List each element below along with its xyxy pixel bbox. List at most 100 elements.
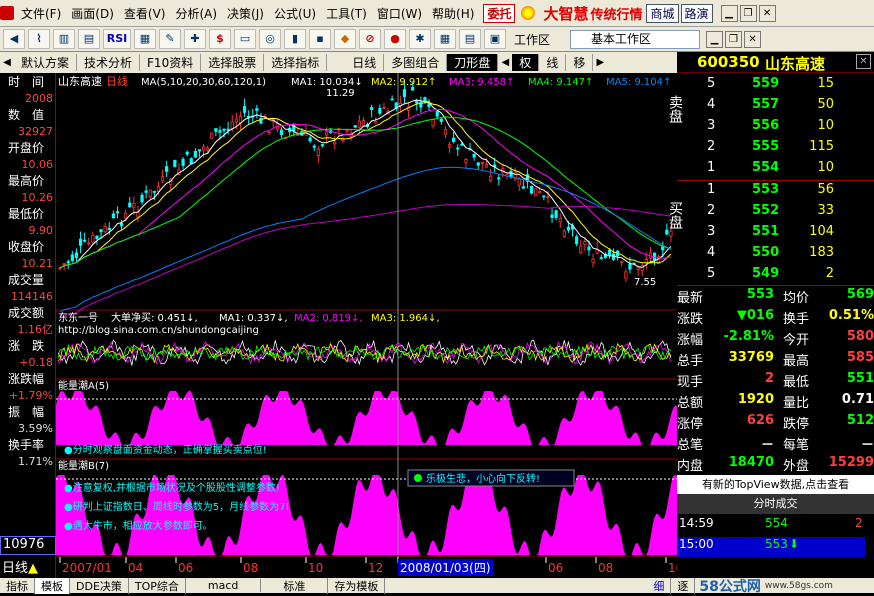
candle-body <box>70 254 74 262</box>
ind3-note-3: ●遇大牛市，相应放大参数即可。 <box>64 519 213 532</box>
menu-file[interactable]: 文件(F) <box>16 5 66 22</box>
candle-body <box>562 230 566 237</box>
tb-restore-button[interactable]: ❐ <box>725 30 743 48</box>
menu-view[interactable]: 查看(V) <box>119 5 171 22</box>
mall-button[interactable]: 商城 <box>646 3 679 23</box>
candle-body <box>189 158 193 165</box>
tab-f10[interactable]: F10资料 <box>140 54 202 71</box>
tab-knife-plate[interactable]: 刀形盘 <box>447 54 499 71</box>
tab-line[interactable]: 线 <box>539 54 567 71</box>
entrust-button[interactable]: 委托 <box>483 3 516 23</box>
kline-icon[interactable]: ▥ <box>53 29 75 49</box>
candle-body <box>661 246 665 251</box>
status-save-template[interactable]: 存为模板 <box>328 577 386 594</box>
mark-icon[interactable]: ▪ <box>309 29 331 49</box>
settings-icon[interactable]: ✱ <box>409 29 431 49</box>
tab-move[interactable]: 移 <box>566 54 594 71</box>
candle-body <box>509 170 513 178</box>
book-row: 4 550 183 <box>677 245 874 266</box>
candle-body <box>308 137 312 142</box>
candle-body <box>591 258 595 264</box>
status-indicator[interactable]: 指标 <box>0 577 35 594</box>
menu-window[interactable]: 窗口(W) <box>372 5 427 22</box>
ind3-note-1: ●注意复权,并根据市场状况及个股股性调整参数! <box>64 481 280 494</box>
status-macd[interactable]: macd <box>186 579 262 592</box>
tab-technical[interactable]: 技术分析 <box>77 54 141 71</box>
candle-body <box>624 271 628 279</box>
stat-value: － <box>760 438 774 453</box>
dollar-icon[interactable]: $ <box>209 29 231 49</box>
minute-chart-icon[interactable]: ⌇ <box>28 29 50 49</box>
stat-value: 1920 <box>737 392 774 407</box>
menu-view-screen[interactable]: 画面(D) <box>66 5 119 22</box>
tab-select-stock[interactable]: 选择股票 <box>201 54 265 71</box>
stat-row: 总额 1920 量比 0.71 <box>677 392 874 413</box>
ma-params: MA(5,10,20,30,60,120,1) <box>141 77 266 88</box>
ticks-title: 分时成交 <box>677 494 874 514</box>
stat-label: 现手 <box>677 375 704 390</box>
menu-formula[interactable]: 公式(U) <box>269 5 321 22</box>
candle-body <box>402 89 407 97</box>
tab-daily[interactable]: 日线 <box>345 54 385 71</box>
roadshow-button[interactable]: 路演 <box>680 3 713 23</box>
bars-icon[interactable]: ▤ <box>78 29 100 49</box>
candle-body <box>423 97 427 102</box>
tools-icon[interactable]: ✚ <box>184 29 206 49</box>
diamond-icon[interactable]: ◆ <box>334 29 356 49</box>
menu-help[interactable]: 帮助(H) <box>427 5 479 22</box>
no-icon[interactable]: ⊘ <box>359 29 381 49</box>
table-icon[interactable]: ▤ <box>459 29 481 49</box>
tab-scroll-left-icon[interactable]: ◀ <box>0 57 14 68</box>
stats-icon[interactable]: ▮ <box>284 29 306 49</box>
tab-default-scheme[interactable]: 默认方案 <box>14 54 78 71</box>
period-label[interactable]: 日线▲ <box>0 557 56 577</box>
money-icon[interactable]: ▭ <box>234 29 256 49</box>
info-value: 3.59% <box>18 422 53 435</box>
ruler-icon[interactable]: ✎ <box>159 29 181 49</box>
rsi-button[interactable]: RSI <box>103 29 131 49</box>
book-volume: 183 <box>809 245 834 260</box>
menu-tools[interactable]: 工具(T) <box>321 5 372 22</box>
tb-minimize-button[interactable]: ▁ <box>706 30 724 48</box>
workspace-select[interactable]: 基本工作区 <box>570 29 701 49</box>
status-top[interactable]: TOP综合 <box>129 577 186 594</box>
grid-icon[interactable]: ▦ <box>134 29 156 49</box>
info-value: 9.90 <box>28 224 54 237</box>
candle-body <box>242 106 247 113</box>
tb-close-button[interactable]: ✕ <box>744 30 762 48</box>
axis-label: 06 <box>178 561 193 575</box>
menu-decision[interactable]: 决策(J) <box>222 5 269 22</box>
restore-button[interactable]: ❐ <box>739 4 757 22</box>
back-icon[interactable]: ◀ <box>3 29 25 49</box>
book-row: 2 555 115 <box>677 139 874 160</box>
tab-select-indicator[interactable]: 选择指标 <box>264 54 328 71</box>
binocular-icon[interactable]: ◎ <box>259 29 281 49</box>
status-tick[interactable]: 逐 <box>671 577 696 594</box>
info-value: +1.79% <box>8 389 53 402</box>
tab-multi-chart[interactable]: 多图组合 <box>384 54 448 71</box>
close-button[interactable]: ✕ <box>758 4 776 22</box>
tick-price: 553 <box>765 537 788 551</box>
info-label: 涨 跌 <box>8 339 45 353</box>
status-standard[interactable]: 标准 <box>261 577 329 594</box>
layout-icon[interactable]: ▦ <box>434 29 456 49</box>
window-icon[interactable]: ▣ <box>484 29 506 49</box>
minimize-button[interactable]: ▁ <box>720 4 738 22</box>
book-row: 3 556 10 <box>677 118 874 139</box>
stock-panel-close-icon[interactable]: ✕ <box>856 54 871 69</box>
ind1-sub: 大单净买: 0.451↓, <box>111 311 198 324</box>
status-template[interactable]: 模板 <box>35 577 70 594</box>
tab-prev-icon[interactable]: ◀ <box>498 57 512 68</box>
status-dde[interactable]: DDE决策 <box>70 577 129 594</box>
menu-analysis[interactable]: 分析(A) <box>170 5 222 22</box>
candle-body <box>87 242 91 245</box>
candle-body <box>628 263 632 270</box>
status-detail[interactable]: 细 <box>647 577 672 594</box>
disk-icon[interactable]: ● <box>384 29 406 49</box>
topview-link[interactable]: 有新的TopView数据,点击查看 <box>677 475 874 494</box>
tab-rights[interactable]: 权 <box>512 54 540 71</box>
kline-chart[interactable]: 山东高速 日线 MA(5,10,20,30,60,120,1) MA1: 10.… <box>56 73 677 578</box>
tab-next-icon[interactable]: ▶ <box>593 57 607 68</box>
stat-value: 512 <box>846 413 874 428</box>
candle-body <box>312 145 316 148</box>
